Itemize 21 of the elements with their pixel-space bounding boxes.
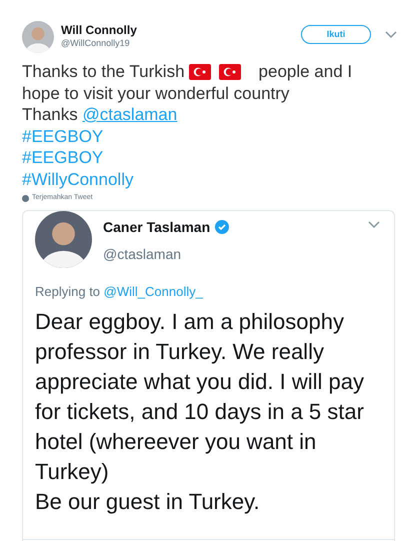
tweet-text: Thanks [22, 105, 78, 124]
author-name[interactable]: Will Connolly [61, 23, 137, 37]
replying-label: Replying to [35, 284, 100, 298]
hashtag-link[interactable]: #WillyConnolly [22, 170, 134, 188]
flag-icon [218, 64, 241, 80]
hashtag-link[interactable]: #EEGBOY [22, 126, 104, 146]
author-handle[interactable]: @WillConnolly19 [61, 37, 137, 49]
quoted-tweet-text: Dear eggboy. I am a philosophy professor in Turkey. We really appreciate what you did. I will pay for tickets, and 10 days in a 5 star hotel (whereever you want in Turkey) [35, 308, 365, 486]
follow-button[interactable]: Ikuti [301, 25, 371, 44]
chevron-down-icon[interactable] [385, 31, 397, 39]
author-handle[interactable]: @ctaslaman [103, 244, 230, 264]
mention-link[interactable]: @ctaslaman [82, 105, 178, 124]
tweet-text: Thanks to the Turkish [22, 61, 185, 82]
hashtag-link[interactable]: #EEGBOY [22, 148, 104, 167]
quoted-tweet-text: Be our guest in Turkey. [35, 488, 261, 516]
tweet-text: hope to visit your wonderful country [22, 84, 290, 102]
flag-icon [188, 64, 211, 80]
tweet-text: people and I [258, 61, 352, 82]
reply-mention-link[interactable]: @Will_Connolly_ [104, 284, 203, 298]
chevron-down-icon[interactable] [368, 220, 380, 228]
author-name[interactable]: Caner Taslaman [103, 216, 210, 238]
